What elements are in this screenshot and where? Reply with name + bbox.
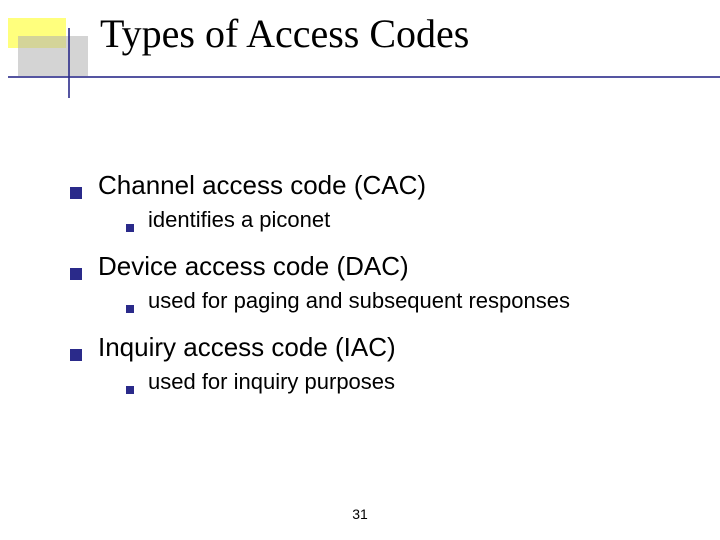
list-item: Inquiry access code (IAC) [70, 332, 690, 363]
list-subitem: used for paging and subsequent responses [126, 288, 690, 314]
corner-decoration [8, 18, 98, 88]
square-bullet-icon [126, 305, 134, 313]
page-number: 31 [0, 506, 720, 522]
list-subitem-label: used for paging and subsequent responses [148, 288, 570, 314]
list-item-label: Inquiry access code (IAC) [98, 332, 396, 363]
list-subitem: identifies a piconet [126, 207, 690, 233]
slide-body: Channel access code (CAC) identifies a p… [70, 160, 690, 413]
deco-vertical-line [68, 28, 70, 98]
slide-title: Types of Access Codes [100, 10, 469, 57]
list-item: Channel access code (CAC) [70, 170, 690, 201]
square-bullet-icon [70, 349, 82, 361]
list-item-label: Channel access code (CAC) [98, 170, 426, 201]
list-subitem-label: identifies a piconet [148, 207, 330, 233]
square-bullet-icon [70, 187, 82, 199]
slide: Types of Access Codes Channel access cod… [0, 0, 720, 540]
list-subitem-label: used for inquiry purposes [148, 369, 395, 395]
deco-horizontal-line [8, 76, 720, 78]
square-bullet-icon [126, 386, 134, 394]
list-item-label: Device access code (DAC) [98, 251, 409, 282]
list-subitem: used for inquiry purposes [126, 369, 690, 395]
deco-gray-box [18, 36, 88, 76]
square-bullet-icon [126, 224, 134, 232]
list-item: Device access code (DAC) [70, 251, 690, 282]
square-bullet-icon [70, 268, 82, 280]
